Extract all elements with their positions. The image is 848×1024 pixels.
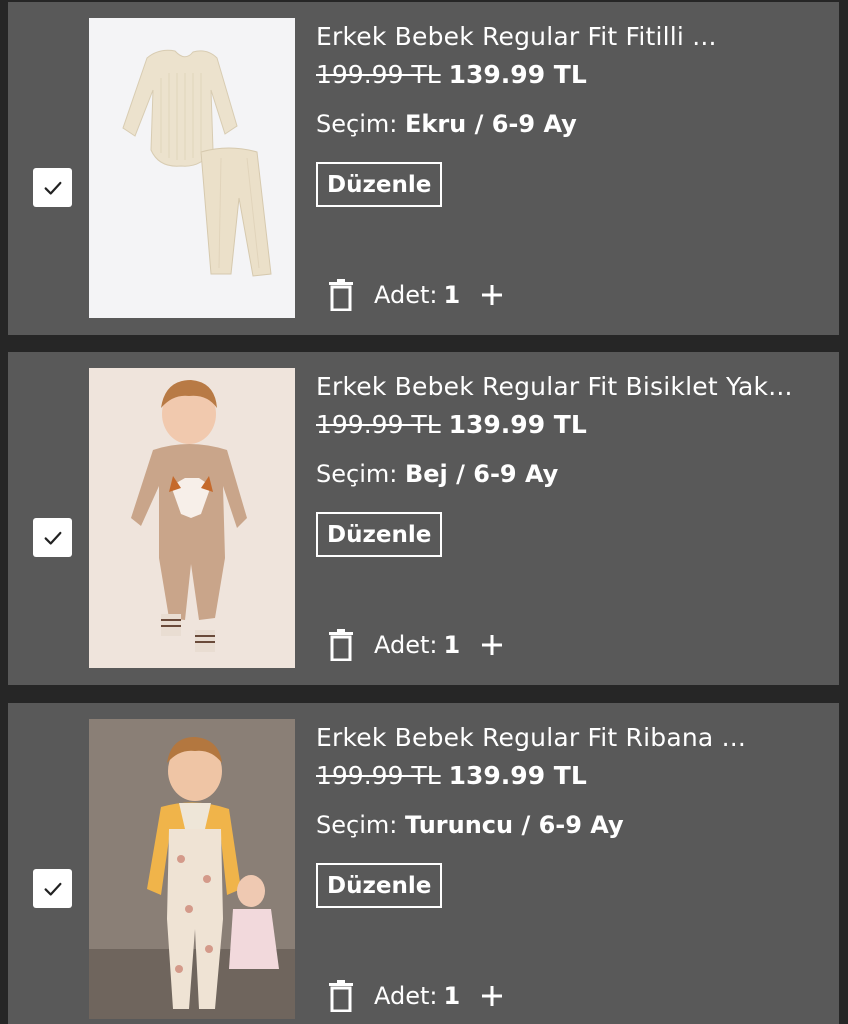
item-checkbox[interactable] <box>33 518 72 557</box>
product-title[interactable]: Erkek Bebek Regular Fit Bisiklet Yak... <box>316 372 826 401</box>
plus-icon[interactable] <box>480 984 504 1008</box>
product-image[interactable] <box>89 18 295 318</box>
cart-list: Erkek Bebek Regular Fit Fitilli ... 199.… <box>0 0 848 1024</box>
product-image[interactable] <box>89 368 295 668</box>
selection-row: Seçim: Bej / 6-9 Ay <box>316 460 558 488</box>
price-row: 199.99 TL 139.99 TL <box>316 410 587 439</box>
old-price: 199.99 TL <box>316 410 441 439</box>
quantity-label: Adet: <box>374 982 438 1010</box>
quantity-label: Adet: <box>374 281 438 309</box>
trash-icon[interactable] <box>328 628 356 662</box>
quantity-value: 1 <box>443 281 461 309</box>
selection-value: Turuncu / 6-9 Ay <box>404 811 624 839</box>
item-checkbox[interactable] <box>33 869 72 908</box>
check-icon <box>44 181 61 195</box>
selection-label: Seçim: <box>316 460 398 488</box>
edit-button[interactable]: Düzenle <box>316 863 443 908</box>
quantity-value: 1 <box>443 982 461 1010</box>
new-price: 139.99 TL <box>448 410 587 439</box>
cart-item: Erkek Bebek Regular Fit Fitilli ... 199.… <box>8 2 839 335</box>
trash-icon[interactable] <box>328 979 356 1013</box>
quantity-row: Adet: 1 <box>328 628 504 662</box>
plus-icon[interactable] <box>480 633 504 657</box>
selection-row: Seçim: Turuncu / 6-9 Ay <box>316 811 624 839</box>
cart-item: Erkek Bebek Regular Fit Ribana ... 199.9… <box>8 703 839 1024</box>
item-checkbox[interactable] <box>33 168 72 207</box>
edit-button[interactable]: Düzenle <box>316 512 443 557</box>
cart-item: Erkek Bebek Regular Fit Bisiklet Yak... … <box>8 352 839 685</box>
quantity-row: Adet: 1 <box>328 979 504 1013</box>
plus-icon[interactable] <box>480 283 504 307</box>
check-icon <box>44 531 61 545</box>
old-price: 199.99 TL <box>316 60 441 89</box>
selection-row: Seçim: Ekru / 6-9 Ay <box>316 110 577 138</box>
product-image[interactable] <box>89 719 295 1019</box>
quantity-value: 1 <box>443 631 461 659</box>
new-price: 139.99 TL <box>448 761 587 790</box>
selection-label: Seçim: <box>316 811 398 839</box>
price-row: 199.99 TL 139.99 TL <box>316 761 587 790</box>
new-price: 139.99 TL <box>448 60 587 89</box>
edit-button[interactable]: Düzenle <box>316 162 443 207</box>
product-title[interactable]: Erkek Bebek Regular Fit Ribana ... <box>316 723 826 752</box>
selection-value: Ekru / 6-9 Ay <box>404 110 577 138</box>
selection-label: Seçim: <box>316 110 398 138</box>
trash-icon[interactable] <box>328 278 356 312</box>
price-row: 199.99 TL 139.99 TL <box>316 60 587 89</box>
quantity-label: Adet: <box>374 631 438 659</box>
selection-value: Bej / 6-9 Ay <box>404 460 559 488</box>
old-price: 199.99 TL <box>316 761 441 790</box>
product-title[interactable]: Erkek Bebek Regular Fit Fitilli ... <box>316 22 826 51</box>
check-icon <box>44 882 61 896</box>
quantity-row: Adet: 1 <box>328 278 504 312</box>
